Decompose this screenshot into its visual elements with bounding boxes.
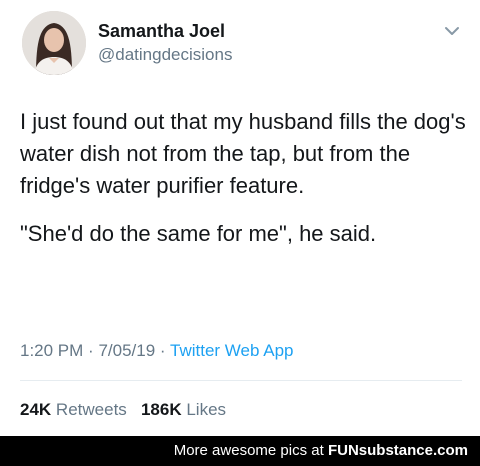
author-handle[interactable]: @datingdecisions xyxy=(98,45,232,65)
tweet-paragraph: I just found out that my husband fills t… xyxy=(20,109,466,198)
tweet-card: Samantha Joel @datingdecisions I just fo… xyxy=(0,0,480,436)
separator: · xyxy=(88,341,94,360)
tweet-stats: 24K Retweets 186K Likes xyxy=(20,400,226,420)
tweet-date[interactable]: 7/05/19 xyxy=(98,341,155,360)
footer-brand[interactable]: FUNsubstance.com xyxy=(328,442,468,459)
tweet-source-link[interactable]: Twitter Web App xyxy=(170,341,293,360)
avatar-photo xyxy=(22,11,86,75)
tweet-text: I just found out that my husband fills t… xyxy=(20,106,468,250)
chevron-down-icon[interactable] xyxy=(443,24,461,38)
avatar[interactable] xyxy=(22,11,86,75)
likes-count: 186K xyxy=(140,400,182,419)
tweet-time[interactable]: 1:20 PM xyxy=(20,341,83,360)
retweets-stat[interactable]: 24K Retweets xyxy=(20,400,127,419)
retweets-label: Retweets xyxy=(55,400,127,419)
tweet-paragraph: "She'd do the same for me", he said. xyxy=(20,221,377,246)
likes-stat[interactable]: 186K Likes xyxy=(141,400,226,419)
tweet-meta: 1:20 PM · 7/05/19 · Twitter Web App xyxy=(20,341,293,361)
separator: · xyxy=(159,341,166,360)
divider xyxy=(20,380,462,381)
watermark-footer: More awesome pics at FUNsubstance.com xyxy=(0,436,480,466)
likes-label: Likes xyxy=(186,400,227,419)
author-name[interactable]: Samantha Joel xyxy=(98,21,225,42)
retweets-count: 24K xyxy=(20,400,52,419)
footer-prefix: More awesome pics at xyxy=(173,442,328,459)
